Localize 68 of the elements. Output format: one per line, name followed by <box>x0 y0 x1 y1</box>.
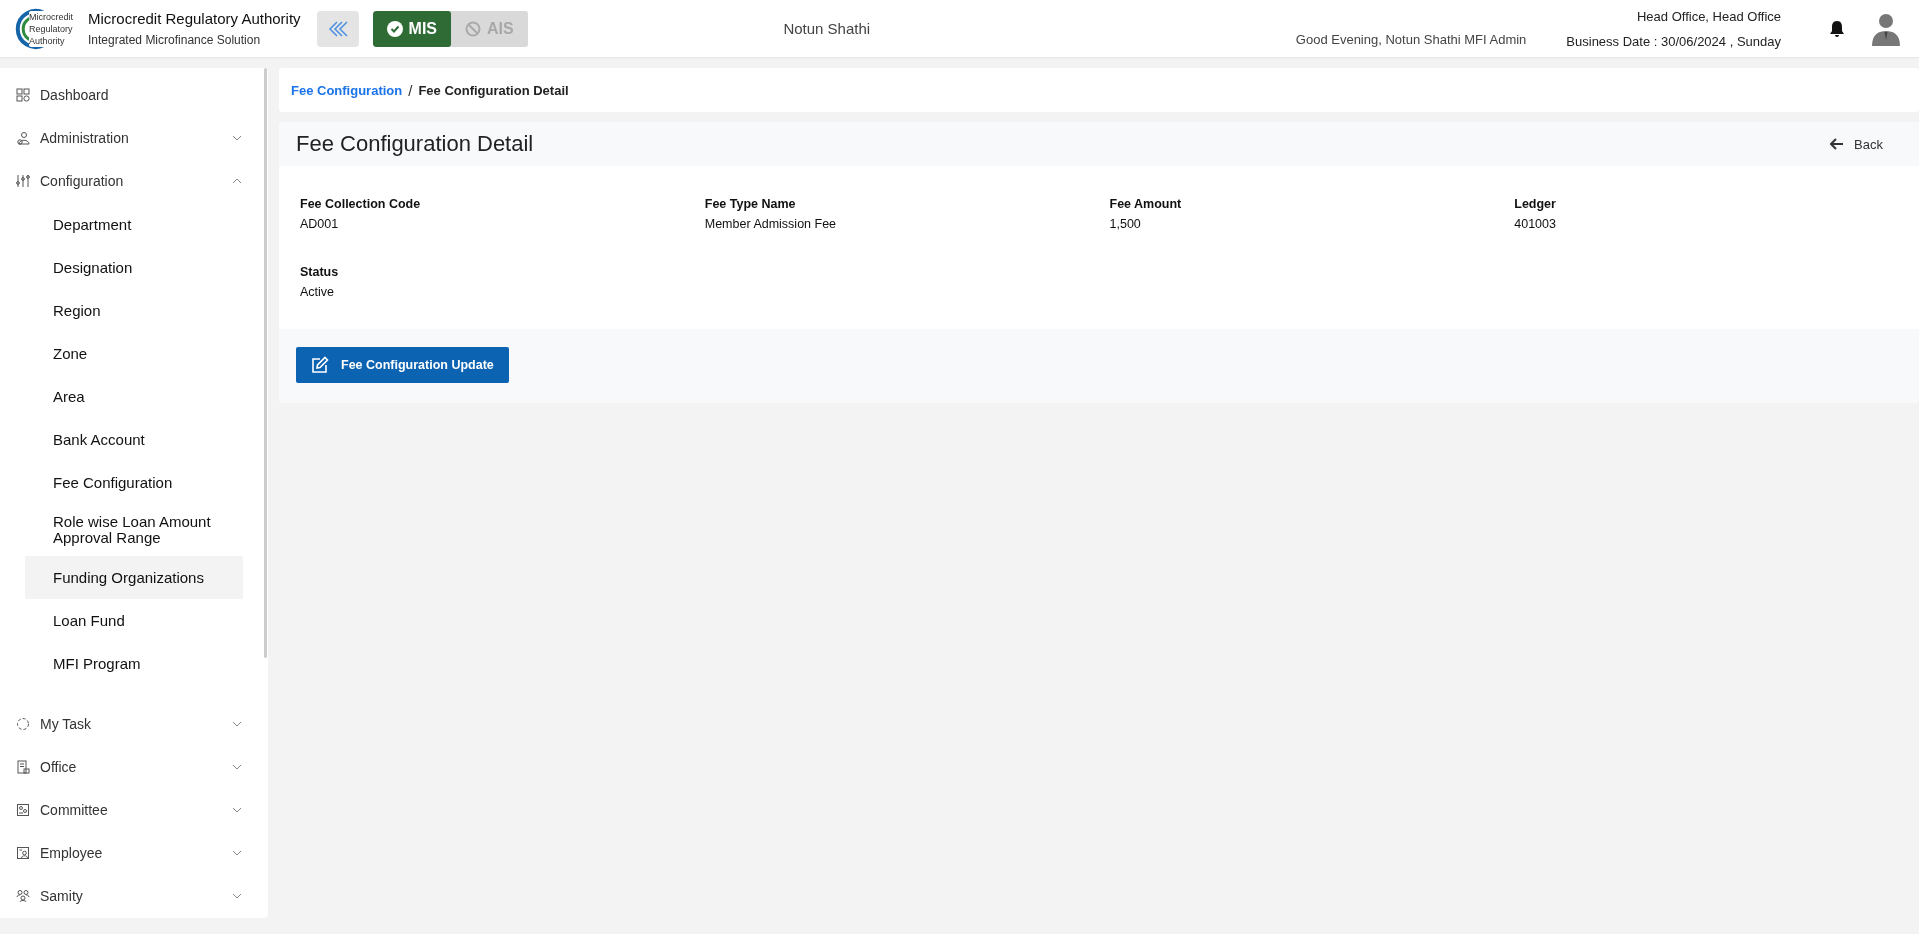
chevron-icon <box>232 135 242 141</box>
field-value: 401003 <box>1514 217 1557 231</box>
logo-text: Authority <box>29 34 66 47</box>
sidebar-item[interactable]: Dashboard <box>0 77 256 113</box>
menu-item-icon <box>16 889 30 903</box>
submenu-item[interactable]: Designation <box>25 246 243 289</box>
submenu-item[interactable]: Region <box>25 289 243 332</box>
arrow-left-icon <box>1830 138 1845 150</box>
submenu-item[interactable]: Funding Organizations <box>25 556 243 599</box>
field-label: Fee Type Name <box>704 197 797 211</box>
field-label: Ledger <box>1514 197 1557 211</box>
submenu-item[interactable]: Role wise Loan Amount Approval Range <box>25 504 243 556</box>
edit-icon <box>311 356 329 374</box>
field-value: Active <box>300 285 336 299</box>
sidebar-item[interactable]: Configuration <box>0 163 256 199</box>
collapse-sidebar-button[interactable] <box>316 10 359 47</box>
organization-name: Notun Shathi <box>782 20 872 37</box>
submenu-item[interactable]: Fee Configuration <box>25 461 243 504</box>
sidebar-item[interactable]: Office <box>0 749 256 785</box>
chevron-icon <box>232 850 242 856</box>
menu-item-icon <box>16 174 30 188</box>
sidebar-item[interactable]: My Task <box>0 706 256 742</box>
mode-toggle[interactable]: MIS <box>372 10 452 47</box>
user-avatar-icon[interactable] <box>1871 11 1901 46</box>
menu-item-icon <box>16 846 30 860</box>
field-label: Fee Collection Code <box>300 197 422 211</box>
chevron-icon <box>232 893 242 899</box>
field-value: AD001 <box>300 217 340 231</box>
submenu-item[interactable]: Bank Account <box>25 418 243 461</box>
chevron-icon <box>232 764 242 770</box>
field-value: 1,500 <box>1109 217 1142 231</box>
logo-text: Regulatory <box>29 22 73 35</box>
card-title: Fee Configuration Detail <box>296 131 534 157</box>
app-subtitle: Integrated Microfinance Solution <box>88 33 262 47</box>
business-date: Business Date : 30/06/2024 , Sunday <box>1566 33 1781 49</box>
update-button[interactable]: Fee Configuration Update <box>296 347 509 383</box>
submenu-item[interactable]: Loan Fund <box>25 599 243 642</box>
submenu-item[interactable]: Area <box>25 375 243 418</box>
back-button[interactable]: Back <box>1824 135 1889 153</box>
sidebar-item[interactable]: Administration <box>0 120 256 156</box>
office-name: Head Office, Head Office <box>1636 8 1781 24</box>
breadcrumb-link[interactable]: Fee Configuration <box>291 82 403 98</box>
double-chevron-left-icon <box>326 19 349 38</box>
menu-item-icon <box>16 760 30 774</box>
menu-item-icon <box>16 803 30 817</box>
breadcrumb-current: Fee Configuration Detail <box>418 82 569 98</box>
notification-bell-icon[interactable] <box>1829 19 1845 38</box>
sidebar-item[interactable]: Employee <box>0 835 256 871</box>
field-label: Fee Amount <box>1109 197 1183 211</box>
chevron-icon <box>232 178 242 184</box>
submenu-item[interactable]: Zone <box>25 332 243 375</box>
chevron-icon <box>232 721 242 727</box>
menu-item-icon <box>16 88 30 102</box>
submenu-item[interactable]: Department <box>25 203 243 246</box>
chevron-icon <box>232 807 242 813</box>
field-value: Member Admission Fee <box>704 217 838 231</box>
submenu-item[interactable]: MFI Program <box>25 642 243 685</box>
field-label: Status <box>300 265 340 279</box>
menu-item-icon <box>16 717 30 731</box>
sidebar-item[interactable]: Committee <box>0 792 256 828</box>
breadcrumb-separator: / <box>408 81 413 99</box>
greeting-text: Good Evening, Notun Shathi MFI Admin <box>1295 32 1527 47</box>
check-circle-icon <box>386 20 403 37</box>
sidebar-item[interactable]: Samity <box>0 878 256 914</box>
prohibited-icon <box>465 20 482 37</box>
menu-item-icon <box>16 131 30 145</box>
logo-text: Microcredit <box>29 10 73 23</box>
app-title: Microcredit Regulatory Authority <box>88 10 301 27</box>
